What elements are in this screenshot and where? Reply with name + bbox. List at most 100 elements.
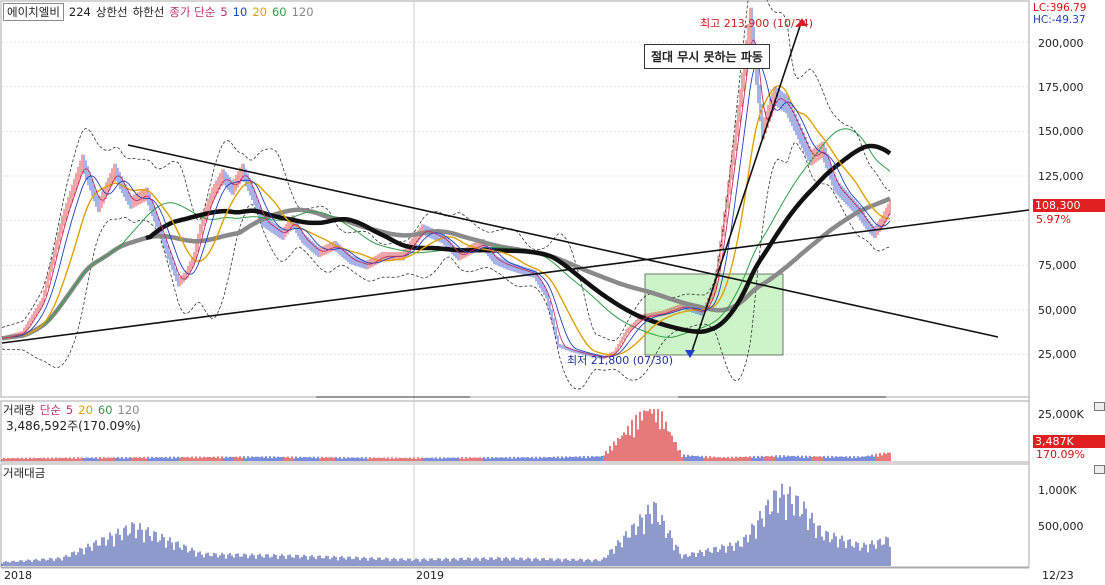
- volume-bar: [659, 429, 661, 461]
- volume-bar: [241, 457, 243, 461]
- period-label: 224: [68, 5, 91, 19]
- volume-bar: [801, 455, 803, 461]
- volume-bar: [95, 457, 97, 461]
- volume-bar: [351, 457, 353, 461]
- volume-bar: [301, 457, 303, 461]
- low-annotation: 최저 21,800 (07/30): [567, 354, 674, 367]
- amount-bar: [85, 547, 87, 566]
- amount-bar: [659, 524, 661, 566]
- volume-bar: [115, 457, 117, 461]
- amount-panel-menu-icon[interactable]: [1094, 465, 1105, 474]
- current-date-label: 12/23: [1042, 569, 1074, 582]
- volume-bar: [849, 456, 851, 461]
- amount-bar: [625, 531, 627, 566]
- volume-bar: [445, 458, 447, 461]
- volume-bar: [873, 456, 875, 461]
- amount-bar: [609, 549, 611, 566]
- volume-bar: [525, 457, 527, 461]
- volume-bar: [675, 442, 677, 461]
- amount-bar: [641, 517, 643, 566]
- volume-bar: [419, 458, 421, 461]
- amount-panel-frame: [0, 463, 1030, 568]
- ma60-label: 60: [271, 5, 287, 19]
- volume-bar: [887, 452, 889, 461]
- amount-bar: [677, 546, 679, 566]
- volume-bar: [443, 457, 445, 461]
- volume-bar: [295, 456, 297, 461]
- volume-bar: [429, 458, 431, 461]
- amount-bar: [269, 557, 271, 566]
- volume-bar: [449, 457, 451, 461]
- volume-bar: [369, 457, 371, 461]
- volume-bar: [239, 456, 241, 461]
- chart-canvas[interactable]: [0, 0, 1105, 585]
- volume-bar: [425, 457, 427, 461]
- amount-bar: [739, 546, 741, 566]
- volume-bar: [437, 458, 439, 461]
- volume-bar: [103, 457, 105, 461]
- volume-bar: [357, 457, 359, 461]
- volume-bar: [753, 455, 755, 461]
- volume-bar: [869, 456, 871, 461]
- amount-bar: [435, 560, 437, 566]
- amount-bar: [263, 557, 265, 566]
- ma5-label: 5: [220, 5, 228, 19]
- volume-bar: [101, 458, 103, 461]
- amount-bar: [439, 558, 441, 566]
- amount-bar: [521, 557, 523, 566]
- volume-bar: [23, 458, 25, 461]
- amount-bar: [597, 560, 599, 566]
- volume-bar: [347, 457, 349, 461]
- volume-bar: [297, 458, 299, 461]
- amount-bar: [447, 558, 449, 566]
- stock-name[interactable]: 에이치엘비: [3, 3, 64, 21]
- volume-bar: [715, 457, 717, 461]
- amount-bar: [477, 558, 479, 566]
- volume-bar: [713, 456, 715, 461]
- amount-bar: [11, 560, 13, 566]
- volume-bar: [173, 456, 175, 461]
- volume-bar: [743, 456, 745, 461]
- amount-bar: [193, 550, 195, 566]
- amount-bar: [227, 554, 229, 566]
- volume-bar: [281, 456, 283, 461]
- volume-bar: [601, 455, 603, 461]
- volume-bar: [533, 458, 535, 461]
- amount-bar: [487, 559, 489, 566]
- volume-bar: [161, 457, 163, 461]
- amount-bar: [391, 558, 393, 566]
- amount-bar: [785, 520, 787, 566]
- volume-bar: [55, 457, 57, 461]
- volume-bar: [755, 458, 757, 461]
- amount-bar: [787, 493, 789, 566]
- amount-bar: [259, 553, 261, 566]
- volume-bar: [781, 457, 783, 461]
- amount-bar: [395, 559, 397, 566]
- amount-bar: [775, 490, 777, 566]
- volume-bar: [341, 458, 343, 461]
- volume-bar: [545, 457, 547, 461]
- amount-bar: [75, 555, 77, 566]
- volume-bar: [833, 457, 835, 461]
- volume-bar: [591, 455, 593, 461]
- volume-bar: [63, 457, 65, 461]
- amount-bar: [419, 561, 421, 566]
- volume-ma-label: 단순: [39, 403, 61, 417]
- volume-bar: [321, 456, 323, 461]
- amount-bar: [385, 557, 387, 566]
- volume-bar: [67, 458, 69, 461]
- amount-bar: [467, 557, 469, 566]
- volume-bar: [721, 457, 723, 461]
- amount-bar: [701, 551, 703, 566]
- volume-bar: [193, 458, 195, 461]
- amount-bar: [1, 563, 3, 566]
- amount-bar: [471, 560, 473, 566]
- volume-bar: [883, 452, 885, 461]
- amount-bar: [531, 561, 533, 566]
- volume-bar: [51, 457, 53, 461]
- volume-panel-menu-icon[interactable]: [1094, 402, 1105, 411]
- volume-bar: [343, 456, 345, 461]
- volume-bar: [71, 458, 73, 461]
- volume-bar: [603, 455, 605, 461]
- volume-bar: [307, 457, 309, 461]
